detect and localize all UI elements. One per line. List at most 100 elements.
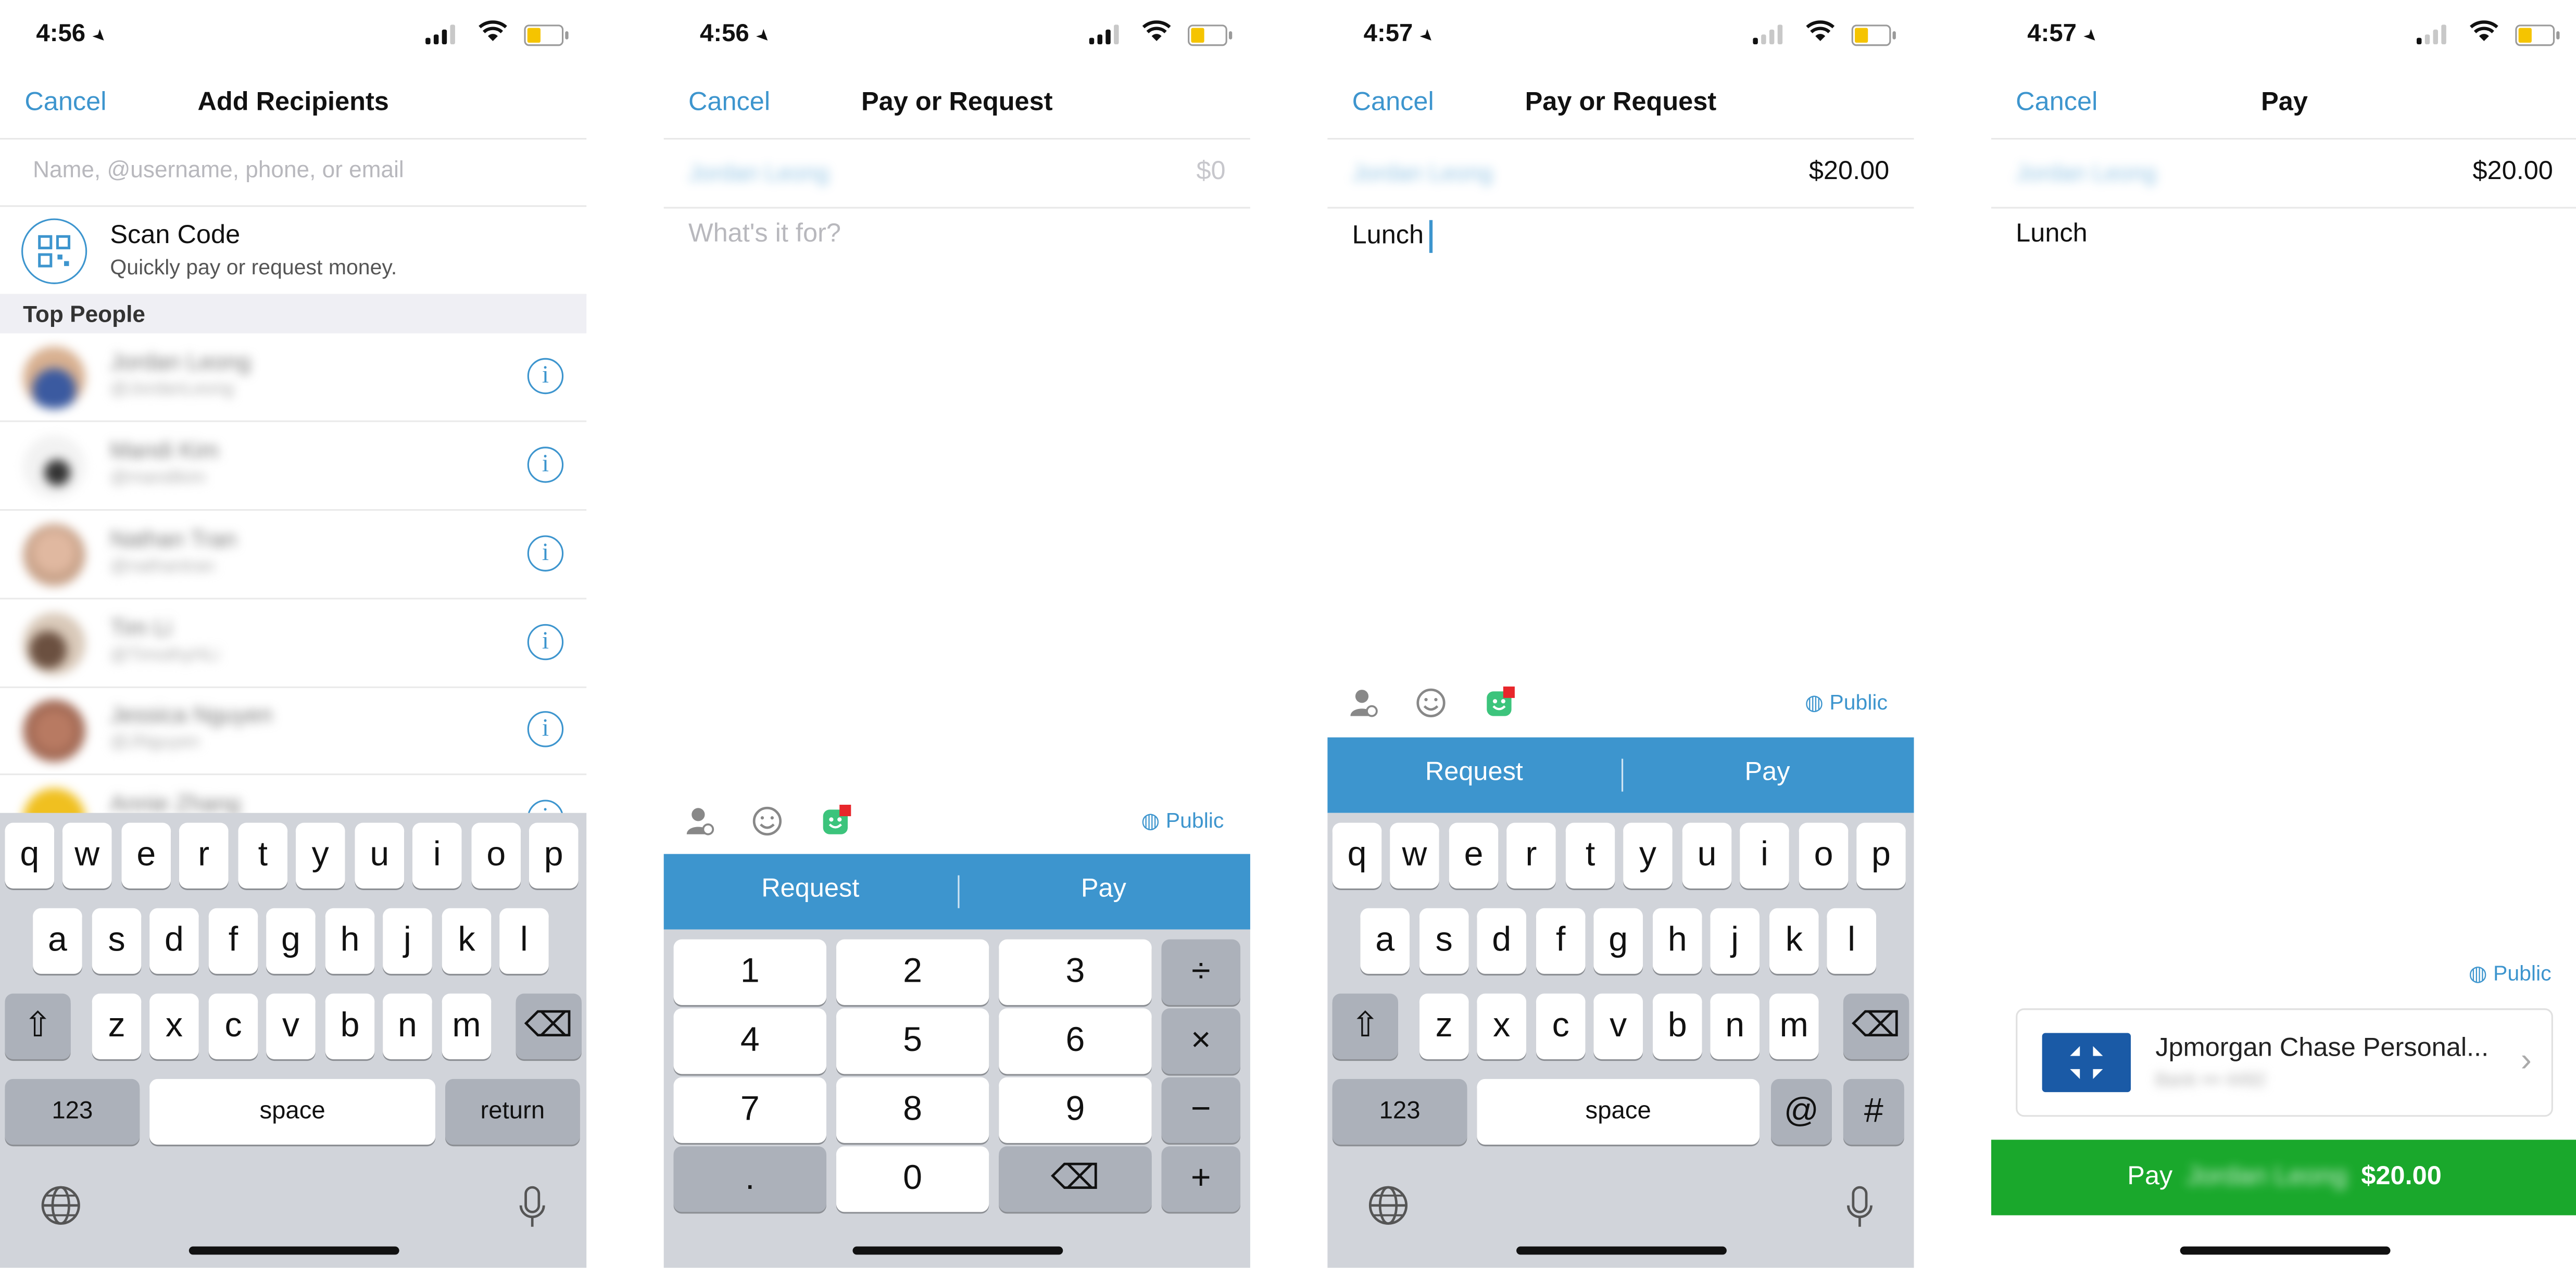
amount-field[interactable]: $0 bbox=[1196, 158, 1225, 187]
key[interactable]: z bbox=[92, 993, 142, 1059]
payment-method-selector[interactable]: Jpmorgan Chase Personal... Bank ••• 4492… bbox=[2016, 1008, 2553, 1117]
info-icon[interactable]: i bbox=[527, 447, 564, 483]
backspace-key[interactable]: ⌫ bbox=[1843, 993, 1909, 1059]
key[interactable]: r bbox=[179, 822, 229, 889]
key[interactable]: r bbox=[1506, 822, 1556, 889]
recipient-search-input[interactable] bbox=[29, 154, 562, 184]
key[interactable]: e bbox=[1449, 822, 1499, 889]
key[interactable]: b bbox=[325, 993, 375, 1059]
microphone-icon[interactable] bbox=[516, 1184, 549, 1230]
key[interactable]: o bbox=[471, 822, 521, 889]
key[interactable]: a bbox=[1360, 908, 1410, 974]
key[interactable]: v bbox=[266, 993, 316, 1059]
plus-key[interactable]: + bbox=[1161, 1146, 1241, 1212]
info-icon[interactable]: i bbox=[527, 711, 564, 747]
key[interactable]: l bbox=[499, 908, 549, 974]
key[interactable]: j bbox=[1710, 908, 1760, 974]
numbers-key[interactable]: 123 bbox=[5, 1079, 140, 1145]
tag-friend-icon[interactable] bbox=[1347, 687, 1380, 719]
scan-code-row[interactable]: Scan Code Quickly pay or request money. bbox=[0, 207, 587, 296]
key[interactable]: c bbox=[1536, 993, 1586, 1059]
microphone-icon[interactable] bbox=[1843, 1184, 1876, 1230]
info-icon[interactable]: i bbox=[527, 358, 564, 395]
key[interactable]: k bbox=[1769, 908, 1819, 974]
privacy-public-button[interactable]: ◍ Public bbox=[1805, 690, 1888, 716]
shift-key[interactable]: ⇧ bbox=[5, 993, 71, 1059]
key[interactable]: q bbox=[5, 822, 55, 889]
key[interactable]: n bbox=[1710, 993, 1760, 1059]
globe-icon[interactable] bbox=[40, 1184, 82, 1227]
key[interactable]: h bbox=[325, 908, 375, 974]
recipient-row[interactable]: Jordan Leong $20.00 bbox=[1327, 140, 1914, 209]
info-icon[interactable]: i bbox=[527, 624, 564, 661]
key[interactable]: y bbox=[295, 822, 345, 889]
key[interactable]: t bbox=[238, 822, 288, 889]
key[interactable]: g bbox=[266, 908, 316, 974]
key[interactable]: n bbox=[383, 993, 432, 1059]
note-field[interactable]: What's it for? bbox=[688, 220, 841, 250]
key[interactable]: u bbox=[355, 822, 405, 889]
pay-button[interactable]: Pay bbox=[1620, 759, 1914, 789]
key[interactable]: c bbox=[208, 993, 258, 1059]
key[interactable]: d bbox=[149, 908, 199, 974]
numpad-key[interactable]: 4 bbox=[673, 1008, 826, 1074]
backspace-key[interactable]: ⌫ bbox=[999, 1146, 1152, 1212]
key[interactable]: l bbox=[1827, 908, 1877, 974]
recipient-row[interactable]: Jordan Leong $0 bbox=[663, 140, 1250, 209]
backspace-key[interactable]: ⌫ bbox=[516, 993, 582, 1059]
key[interactable]: j bbox=[383, 908, 432, 974]
hash-key[interactable]: # bbox=[1843, 1079, 1904, 1145]
request-button[interactable]: Request bbox=[1327, 759, 1620, 789]
key[interactable]: m bbox=[442, 993, 492, 1059]
person-row[interactable]: Jordan Leong @JordanLeong i bbox=[0, 333, 587, 422]
key[interactable]: d bbox=[1477, 908, 1526, 974]
emoji-icon[interactable] bbox=[1414, 687, 1447, 719]
numpad-key[interactable]: 9 bbox=[999, 1077, 1152, 1143]
tag-friend-icon[interactable] bbox=[683, 805, 716, 838]
pay-button[interactable]: Pay bbox=[957, 876, 1250, 905]
key[interactable]: g bbox=[1593, 908, 1643, 974]
privacy-public-button[interactable]: ◍ Public bbox=[1141, 808, 1224, 834]
shift-key[interactable]: ⇧ bbox=[1332, 993, 1398, 1059]
numpad-key[interactable]: 0 bbox=[836, 1146, 989, 1212]
person-row[interactable]: Jessica Nguyen @JNguyen i bbox=[0, 687, 587, 776]
key[interactable]: b bbox=[1652, 993, 1702, 1059]
numpad-key[interactable]: 8 bbox=[836, 1077, 989, 1143]
numpad-key[interactable]: 3 bbox=[999, 939, 1152, 1005]
key[interactable]: a bbox=[33, 908, 82, 974]
key[interactable]: f bbox=[1536, 908, 1586, 974]
key[interactable]: k bbox=[442, 908, 492, 974]
space-key[interactable]: space bbox=[1477, 1079, 1760, 1145]
numpad-key[interactable]: 2 bbox=[836, 939, 989, 1005]
key[interactable]: w bbox=[1390, 822, 1439, 889]
sticker-icon[interactable] bbox=[1484, 686, 1516, 719]
divide-key[interactable]: ÷ bbox=[1161, 939, 1241, 1005]
note-field[interactable]: Lunch bbox=[1352, 220, 1432, 253]
key[interactable]: z bbox=[1419, 993, 1469, 1059]
key[interactable]: o bbox=[1799, 822, 1849, 889]
person-row[interactable]: Tim Li @TimothyHLi i bbox=[0, 600, 587, 688]
person-row[interactable]: Nathan Tran @nathantran i bbox=[0, 511, 587, 600]
key[interactable]: w bbox=[62, 822, 112, 889]
minus-key[interactable]: − bbox=[1161, 1077, 1241, 1143]
key[interactable]: p bbox=[529, 822, 579, 889]
key[interactable]: i bbox=[412, 822, 462, 889]
key[interactable]: p bbox=[1856, 822, 1906, 889]
confirm-pay-button[interactable]: Pay Jordan Leong $20.00 bbox=[1991, 1139, 2576, 1215]
amount-field[interactable]: $20.00 bbox=[2472, 158, 2553, 187]
key[interactable]: t bbox=[1565, 822, 1615, 889]
key[interactable]: h bbox=[1652, 908, 1702, 974]
key[interactable]: s bbox=[1419, 908, 1469, 974]
recipient-row[interactable]: Jordan Leong $20.00 bbox=[1991, 140, 2576, 209]
return-key[interactable]: return bbox=[445, 1079, 580, 1145]
request-button[interactable]: Request bbox=[664, 876, 957, 905]
key[interactable]: e bbox=[121, 822, 171, 889]
key[interactable]: q bbox=[1332, 822, 1382, 889]
numpad-key[interactable]: 5 bbox=[836, 1008, 989, 1074]
space-key[interactable]: space bbox=[149, 1079, 436, 1145]
key[interactable]: x bbox=[149, 993, 199, 1059]
note-field[interactable]: Lunch bbox=[2016, 220, 2088, 250]
emoji-icon[interactable] bbox=[751, 805, 784, 838]
key[interactable]: u bbox=[1682, 822, 1732, 889]
key[interactable]: y bbox=[1623, 822, 1673, 889]
